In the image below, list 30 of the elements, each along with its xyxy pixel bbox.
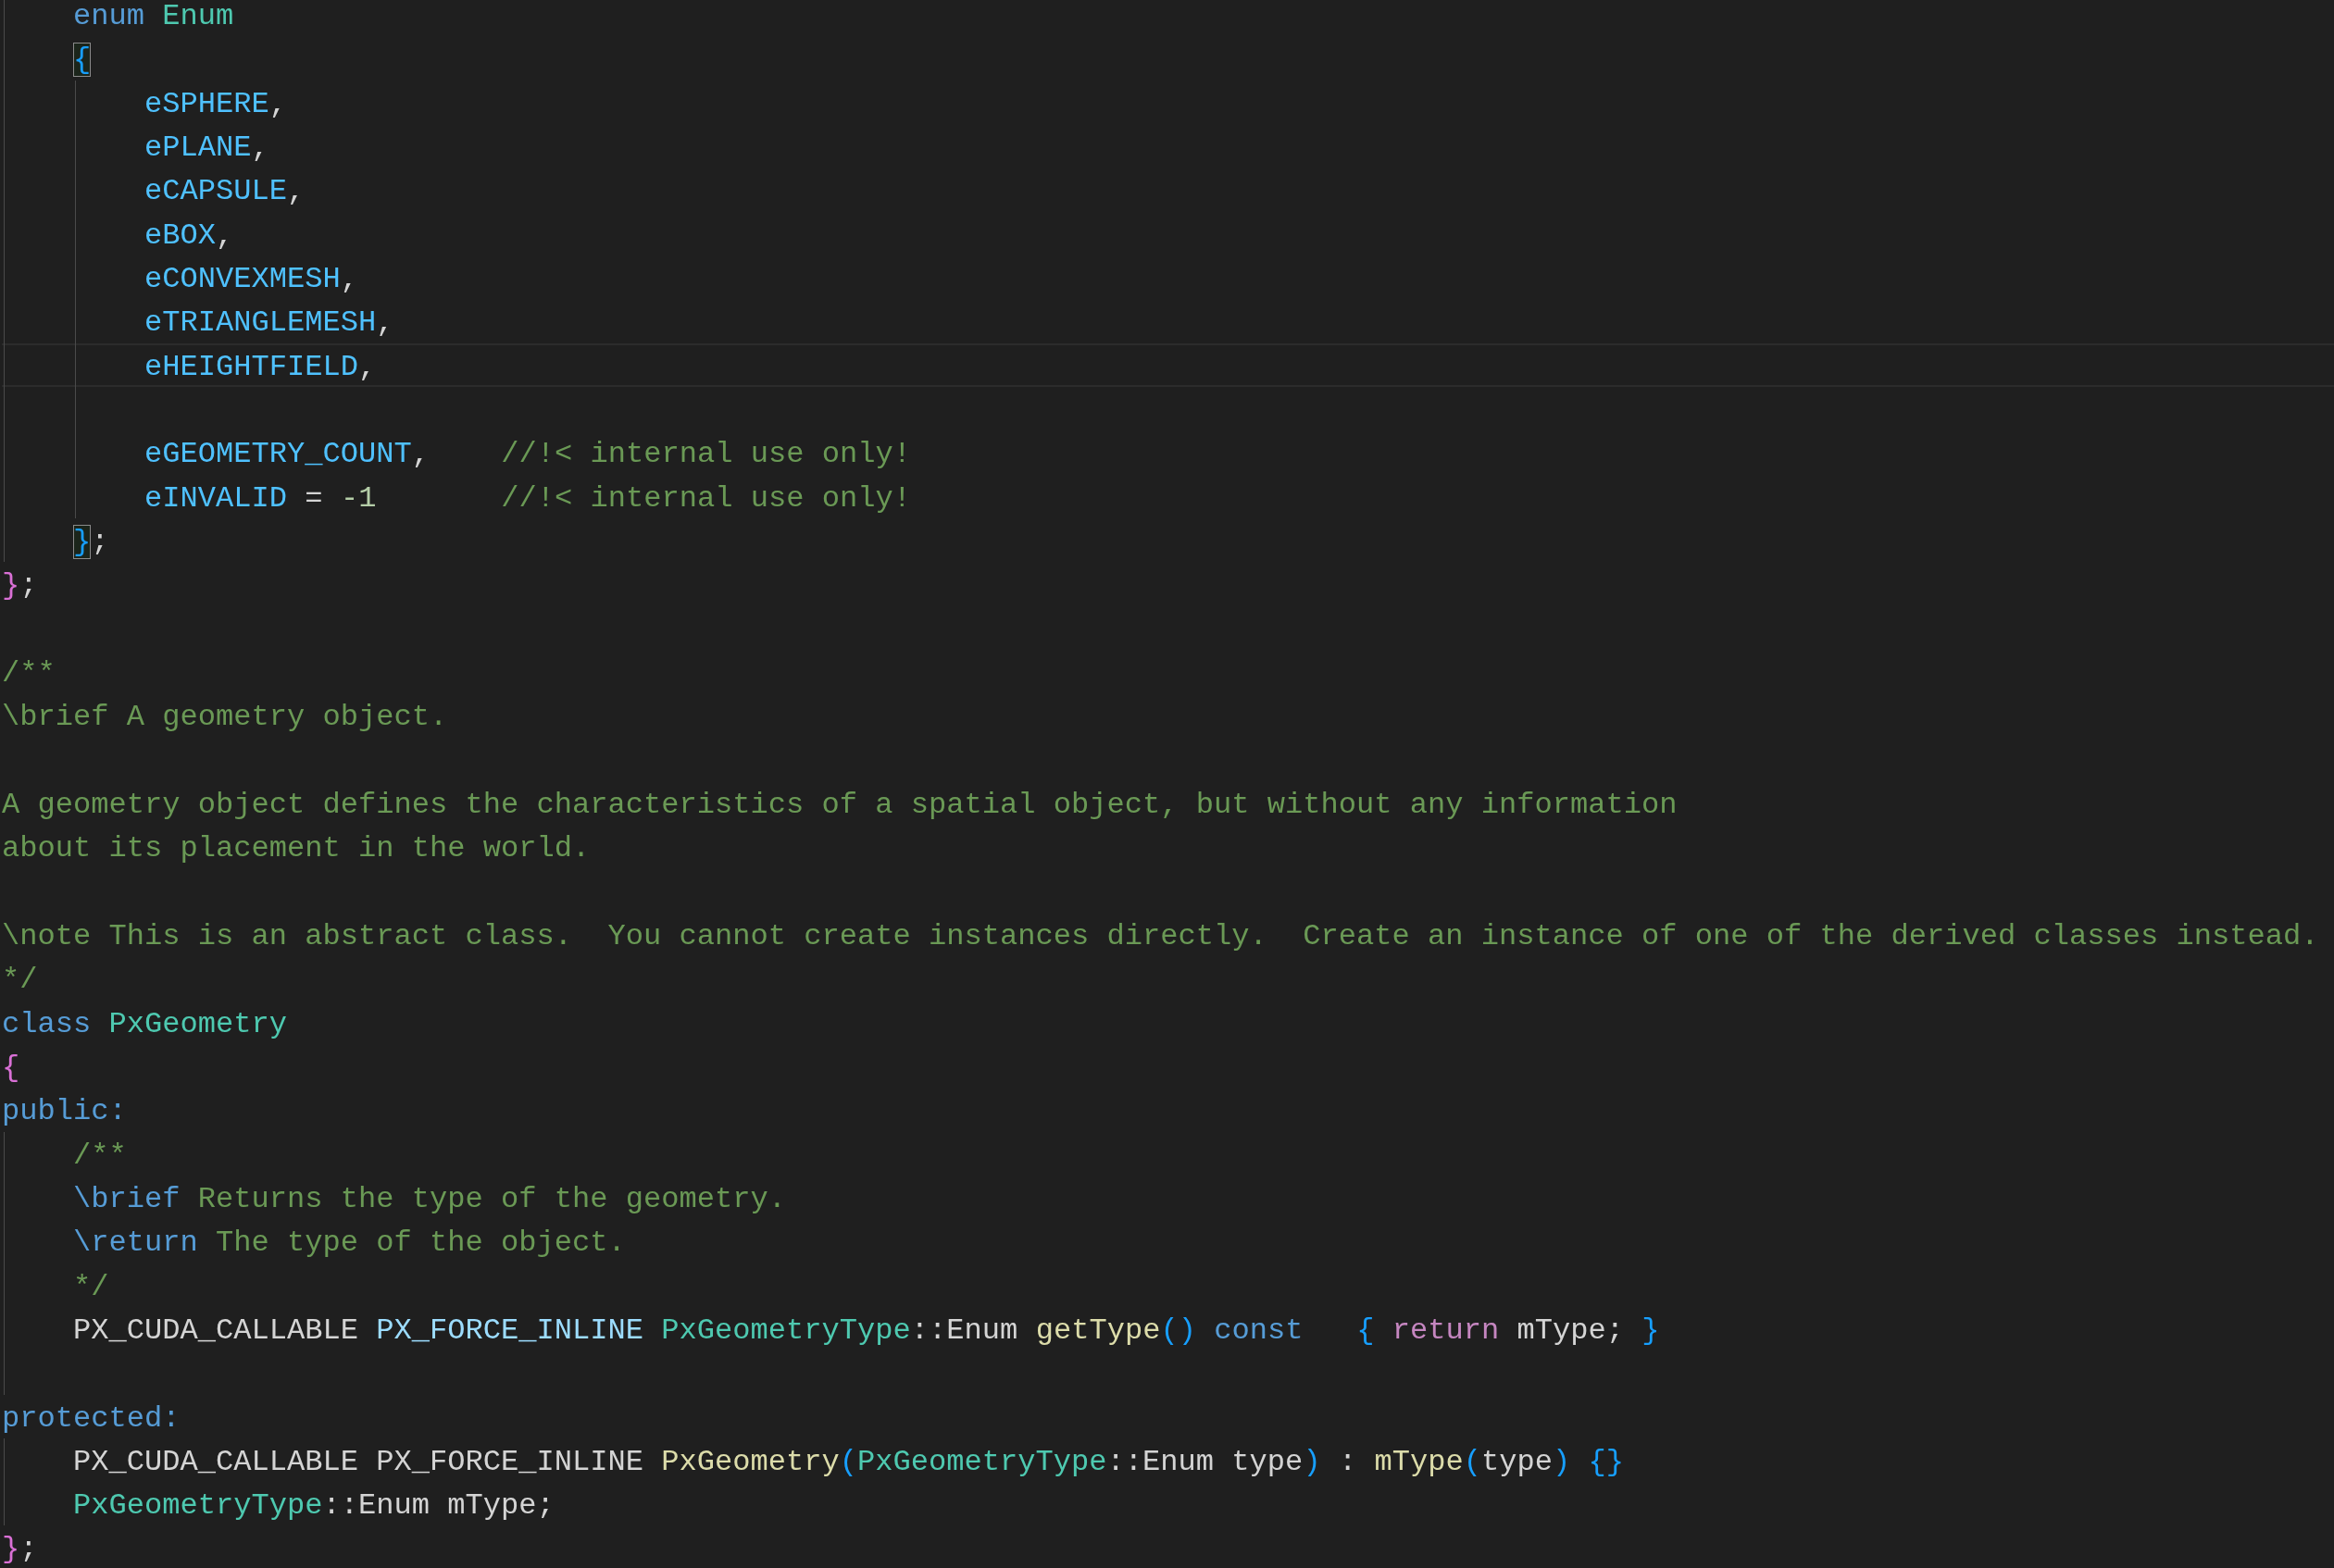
code-line: eCONVEXMESH, (144, 260, 359, 298)
code-line: eINVALID = -1 //!< internal use only! (144, 479, 911, 517)
code-line: PX_CUDA_CALLABLE PX_FORCE_INLINE PxGeometry(PxGeometryType::Enum type) : mType(type) {} (73, 1443, 1625, 1481)
code-line: eTRIANGLEMESH, (144, 305, 394, 342)
code-line: eSPHERE, (144, 85, 288, 123)
code-line: /** (73, 1137, 127, 1175)
code-line: public: (2, 1093, 127, 1131)
code-line: PxGeometryType::Enum mType; (73, 1487, 555, 1525)
code-line: */ (73, 1268, 109, 1306)
code-line: eBOX, (144, 217, 234, 255)
code-line: \brief A geometry object. (2, 699, 448, 737)
code-line: eHEIGHTFIELD, (144, 348, 377, 386)
code-line: eGEOMETRY_COUNT, //!< internal use only! (144, 436, 911, 474)
code-line: { (2, 1049, 20, 1087)
code-line: \return The type of the object. (73, 1225, 626, 1263)
code-line: enum Enum (73, 0, 234, 35)
code-line: }; (2, 1531, 38, 1568)
code-line: ePLANE, (144, 130, 269, 167)
code-line: }; (2, 567, 38, 605)
code-line: \brief Returns the type of the geometry. (73, 1180, 787, 1218)
code-line: PX_CUDA_CALLABLE PX_FORCE_INLINE PxGeometryType::Enum getType() const { return mType; } (73, 1312, 1660, 1350)
code-line: about its placement in the world. (2, 830, 591, 868)
code-line: }; (73, 523, 109, 561)
code-line: eCAPSULE, (144, 173, 306, 211)
code-line: protected: (2, 1400, 181, 1437)
code-line: */ (2, 962, 38, 1000)
code-line: \note This is an abstract class. You cannot create instances directly. Create an instance of one of the derived classes instead. (2, 917, 2319, 955)
code-line: A geometry object defines the characteristics of a spatial object, but without any information (2, 786, 1678, 824)
code-line: /** (2, 654, 56, 692)
code-line: class PxGeometry (2, 1005, 288, 1043)
